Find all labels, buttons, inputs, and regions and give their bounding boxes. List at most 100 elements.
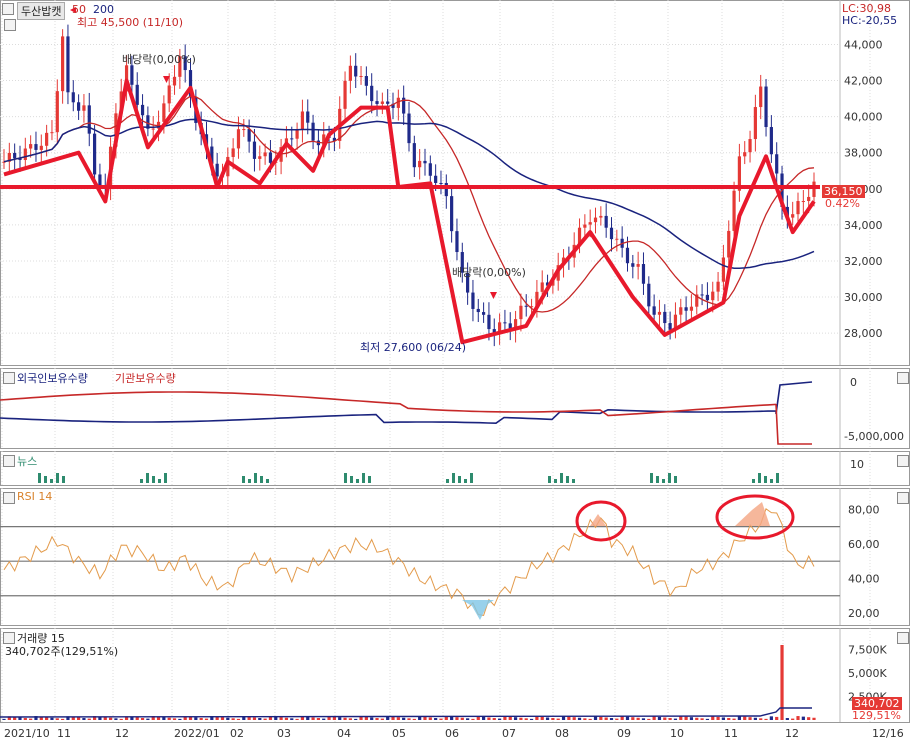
pane-toggle-icon[interactable] xyxy=(3,455,15,467)
news-bar xyxy=(344,473,347,483)
toggle-button[interactable] xyxy=(2,3,14,15)
candle-body xyxy=(807,196,811,202)
candle-body xyxy=(743,152,747,157)
dividend-label-1: 배당락(0,00%) xyxy=(122,53,196,66)
candle-body xyxy=(135,84,139,105)
pane-close-icon[interactable] xyxy=(897,492,909,504)
pane-close-icon[interactable] xyxy=(897,455,909,467)
rsi-title: RSI 14 xyxy=(17,490,53,503)
hc-label: HC:-20,55 xyxy=(842,14,898,27)
candle-body xyxy=(92,133,97,175)
volume-bar xyxy=(716,716,720,720)
y-tick-label: 10 xyxy=(850,458,864,471)
news-bar xyxy=(674,476,677,483)
candle-body xyxy=(295,129,299,139)
news-bar xyxy=(56,473,59,483)
volume-bar xyxy=(82,718,86,720)
candle-body xyxy=(359,76,363,78)
last-change: 0.42% xyxy=(825,197,860,210)
candle-body xyxy=(759,86,763,108)
candle-body xyxy=(679,307,683,315)
news-bar xyxy=(38,473,41,483)
volume-bar xyxy=(743,716,747,720)
volume-bar xyxy=(577,717,582,720)
volume-bar xyxy=(519,717,523,720)
pane-close-icon[interactable] xyxy=(897,372,909,384)
candle-body xyxy=(29,144,33,149)
y-tick-label: 80,00 xyxy=(848,503,880,516)
pane-close-icon[interactable] xyxy=(897,632,909,644)
stock-name[interactable]: 두산밥캣 xyxy=(17,2,66,20)
candle-body xyxy=(375,101,379,104)
volume-bar xyxy=(663,717,667,720)
volume-bar xyxy=(807,717,811,720)
candle-body xyxy=(631,263,635,267)
candle-body xyxy=(348,65,352,81)
candle-body xyxy=(55,91,59,133)
candle-body xyxy=(386,101,390,104)
news-bar xyxy=(548,476,551,483)
candle-body xyxy=(455,231,459,253)
volume-bar xyxy=(764,718,768,720)
volume-bar xyxy=(226,717,230,720)
pane-toggle-icon[interactable] xyxy=(3,492,15,504)
volume-bar xyxy=(647,718,651,720)
volume-bar xyxy=(146,718,150,720)
low-label: 최저 27,600 (06/24) xyxy=(360,341,467,354)
candle-body xyxy=(380,101,384,104)
volume-bar xyxy=(167,717,171,720)
news-bar xyxy=(152,476,155,483)
y-tick-label: 40,00 xyxy=(848,572,880,585)
candle-body xyxy=(812,181,816,197)
volume-bar xyxy=(471,718,475,720)
news-bar xyxy=(752,479,755,483)
x-tick-label: 2021/10 xyxy=(4,727,50,740)
candle-body xyxy=(98,174,102,187)
candle-body xyxy=(753,107,757,140)
news-bar xyxy=(44,476,47,483)
volume-bar xyxy=(284,717,289,720)
candle-body xyxy=(615,238,619,240)
x-tick-label: 10 xyxy=(670,727,684,740)
volume-bar xyxy=(609,718,614,720)
x-tick-label: 03 xyxy=(277,727,291,740)
volume-bar xyxy=(263,718,267,720)
candle-body xyxy=(34,144,38,150)
volume-bar xyxy=(604,717,608,720)
candle-body xyxy=(721,257,726,282)
candle-body xyxy=(668,323,672,330)
volume-bar xyxy=(162,717,166,720)
volume-bar xyxy=(18,717,22,720)
candle-body xyxy=(50,132,54,134)
volume-bar xyxy=(524,718,528,720)
high-label: 최고 45,500 (11/10) xyxy=(77,16,184,29)
candle-body xyxy=(689,306,694,311)
volume-bar xyxy=(482,716,486,720)
volume-bar xyxy=(450,716,454,720)
candle-body xyxy=(45,132,49,146)
rsi-overbought-fill xyxy=(735,502,770,526)
x-tick-label: 07 xyxy=(502,727,516,740)
candle-body xyxy=(130,65,134,85)
candle-body xyxy=(476,308,480,313)
candle-body xyxy=(290,138,294,140)
candle-body xyxy=(407,113,411,144)
pane-toggle-icon[interactable] xyxy=(3,372,15,384)
candle-body xyxy=(482,312,486,315)
volume-subtitle: 340,702주(129,51%) xyxy=(5,645,119,658)
volume-bar xyxy=(108,717,113,720)
volume-bar xyxy=(785,718,789,720)
volume-bar xyxy=(775,716,779,720)
candle-body xyxy=(705,294,710,301)
x-tick-label: 2022/01 xyxy=(174,727,220,740)
y-tick-label: 32,000 xyxy=(844,255,883,268)
news-bar xyxy=(140,479,143,483)
candle-body xyxy=(727,230,731,258)
candle-body xyxy=(268,152,273,163)
candle-body xyxy=(300,111,305,130)
grid-icon[interactable] xyxy=(4,19,16,31)
candle-body xyxy=(471,292,475,309)
candle-body xyxy=(306,111,310,123)
volume-bar xyxy=(428,717,432,720)
candle-body xyxy=(172,76,177,86)
